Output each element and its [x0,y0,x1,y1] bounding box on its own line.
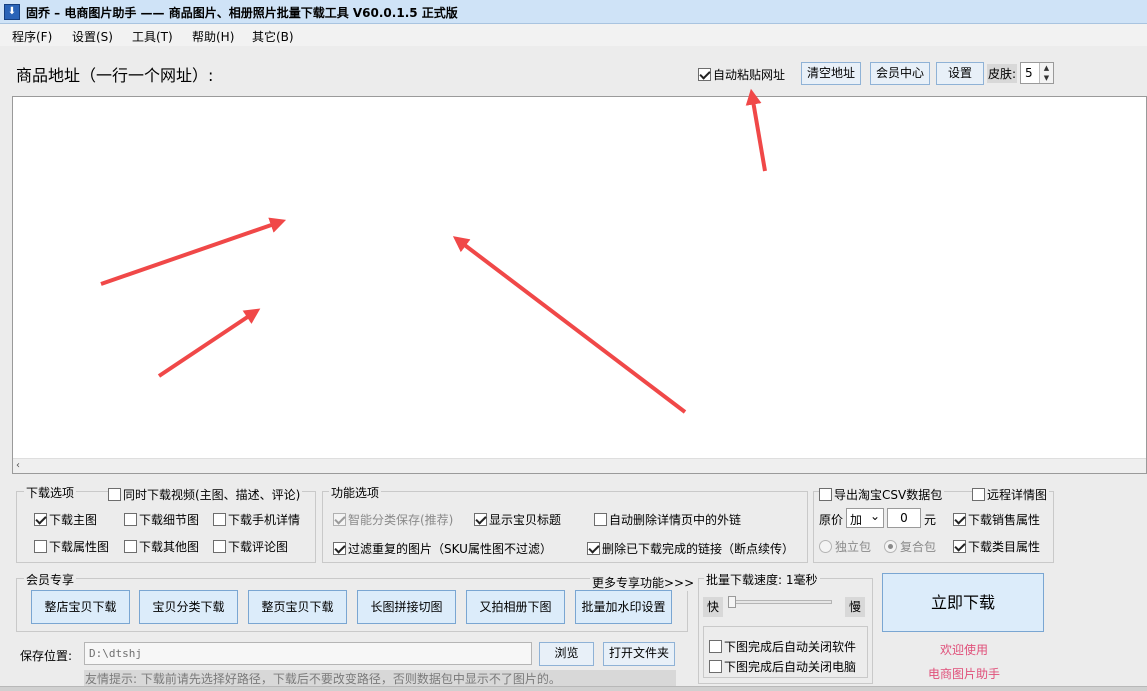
remove-external-links-checkbox[interactable]: 自动删除详情页中的外链 [594,511,741,528]
remote-detail-image-checkbox[interactable]: 远程详情图 [972,486,1050,503]
download-category-attr-checkbox[interactable]: 下载类目属性 [953,538,1040,555]
checkbox-box[interactable] [34,513,47,526]
checkbox-box[interactable] [474,513,487,526]
checkbox-label: 下载类目属性 [968,540,1041,554]
checkbox-box[interactable] [34,540,47,553]
price-operator-select[interactable]: 加 ⌄ [846,508,884,528]
youpai-album-download-button[interactable]: 又拍相册下图 [466,590,565,624]
checkbox-label: 下载手机详情 [228,513,301,527]
checkbox-box[interactable] [953,540,966,553]
auto-shutdown-checkbox[interactable]: 下图完成后自动关闭电脑 [709,658,856,675]
checkbox-box[interactable] [709,660,722,673]
long-image-stitch-button[interactable]: 长图拼接切图 [357,590,456,624]
start-download-button[interactable]: 立即下载 [882,573,1044,632]
download-other-image-checkbox[interactable]: 下载其他图 [124,538,199,555]
price-unit-label: 元 [924,513,937,527]
app-name-text: 电商图片助手 [928,667,1001,681]
radio-combined-package: 复合包 [884,538,936,555]
download-main-image-checkbox[interactable]: 下载主图 [34,511,97,528]
category-download-button[interactable]: 宝贝分类下载 [139,590,238,624]
checkbox-box[interactable] [819,488,832,501]
checkbox-box[interactable] [953,513,966,526]
checkbox-box[interactable] [124,513,137,526]
whole-page-download-button[interactable]: 整页宝贝下载 [248,590,347,624]
checkbox-box[interactable] [213,540,226,553]
price-operator-value: 加 [850,513,863,527]
auto-close-software-checkbox[interactable]: 下图完成后自动关闭软件 [709,638,856,655]
remove-finished-links-checkbox[interactable]: 删除已下载完成的链接（断点续传） [587,540,794,557]
checkbox-label: 下载细节图 [139,513,200,527]
checkbox-box[interactable] [709,640,722,653]
checkbox-label: 删除已下载完成的链接（断点续传） [602,542,795,556]
download-detail-image-checkbox[interactable]: 下载细节图 [124,511,199,528]
checkbox-box[interactable] [333,542,346,555]
radio-dot [819,540,832,553]
whole-shop-download-button[interactable]: 整店宝贝下载 [31,590,130,624]
checkbox-box[interactable] [587,542,600,555]
checkbox-label: 自动删除详情页中的外链 [609,513,742,527]
friendly-tip: 友情提示: 下载前请先选择好路径，下载后不要改变路径，否则数据包中显示不了图片的… [84,670,676,686]
checkbox-box[interactable] [213,513,226,526]
annotation-arrow [745,88,767,172]
checkbox-label: 下载主图 [49,513,98,527]
more-member-features-link[interactable]: 更多专享功能>>> [590,574,697,591]
original-price-label: 原价 [819,513,844,527]
smart-category-save-checkbox: 智能分类保存(推荐) [333,511,453,528]
speed-fast-label: 快 [703,597,723,617]
show-item-title-checkbox[interactable]: 显示宝贝标题 [474,511,561,528]
checkbox-box[interactable] [124,540,137,553]
browse-button[interactable]: 浏览 [539,642,594,666]
batch-watermark-button[interactable]: 批量加水印设置 [575,590,672,624]
checkbox-label: 下载评论图 [228,540,289,554]
speed-slider-thumb[interactable] [728,596,736,608]
remote-detail-label: 远程详情图 [987,488,1048,502]
price-input[interactable]: 0 [887,508,921,528]
status-bar [0,686,1147,691]
download-review-image-checkbox[interactable]: 下载评论图 [213,538,288,555]
checkbox-label: 下载销售属性 [968,513,1041,527]
chevron-down-icon[interactable]: ⌄ [870,509,880,523]
speed-slider-track[interactable] [728,600,832,604]
checkbox-label: 下图完成后自动关闭电脑 [724,660,857,674]
radio-label: 复合包 [900,540,937,554]
radio-dot [884,540,897,553]
checkbox-box[interactable] [108,488,121,501]
welcome-text: 欢迎使用 [940,643,989,657]
export-csv-checkbox[interactable]: 导出淘宝CSV数据包 [819,486,945,503]
download-options-title: 下载选项 [24,484,77,501]
checkbox-box [333,513,346,526]
download-video-checkbox[interactable]: 同时下载视频(主图、描述、评论) [108,486,303,503]
checkbox-label: 显示宝贝标题 [489,513,562,527]
checkbox-label: 下载其他图 [139,540,200,554]
download-sales-attr-checkbox[interactable]: 下载销售属性 [953,511,1040,528]
download-mobile-detail-checkbox[interactable]: 下载手机详情 [213,511,300,528]
speed-slow-label: 慢 [845,597,865,617]
export-csv-label: 导出淘宝CSV数据包 [834,488,943,502]
checkbox-box[interactable] [972,488,985,501]
checkbox-label: 过滤重复的图片（SKU属性图不过滤） [348,542,552,556]
save-path-input[interactable]: D:\dtshj [84,642,532,665]
annotation-arrow [452,236,687,414]
function-options-title: 功能选项 [329,484,382,501]
speed-title: 批量下载速度: 1毫秒 [704,571,820,588]
checkbox-label: 智能分类保存(推荐) [348,513,454,527]
annotation-arrow [157,308,261,378]
checkbox-label: 下载属性图 [49,540,110,554]
radio-single-package: 独立包 [819,538,871,555]
checkbox-label: 下图完成后自动关闭软件 [724,640,857,654]
radio-label: 独立包 [835,540,872,554]
checkbox-box[interactable] [594,513,607,526]
filter-duplicates-checkbox[interactable]: 过滤重复的图片（SKU属性图不过滤） [333,540,552,557]
save-location-label: 保存位置: [20,649,73,663]
annotation-arrow [100,217,287,286]
open-folder-button[interactable]: 打开文件夹 [603,642,675,666]
download-attribute-image-checkbox[interactable]: 下载属性图 [34,538,109,555]
member-group-title: 会员专享 [24,571,77,588]
download-video-label: 同时下载视频(主图、描述、评论) [123,488,301,502]
